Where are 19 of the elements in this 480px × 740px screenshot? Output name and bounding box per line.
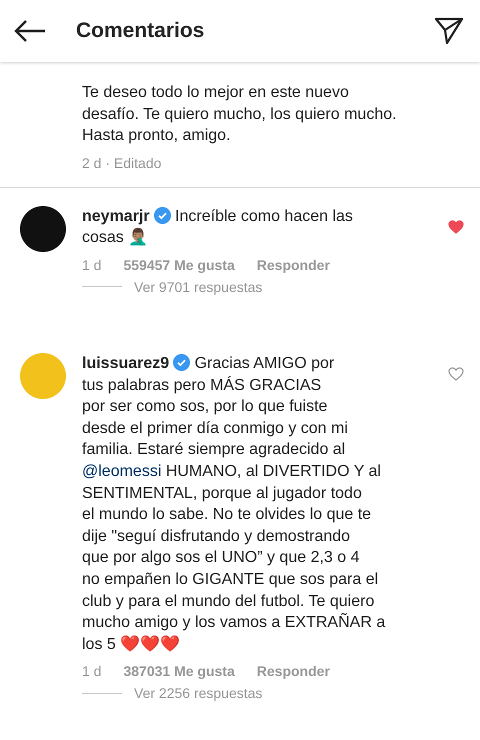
- heart-icon[interactable]: [448, 220, 464, 234]
- view-replies-link[interactable]: Ver 9701 respuestas: [134, 278, 262, 295]
- likes-count[interactable]: 387031 Me gusta: [123, 663, 235, 680]
- header-title: Comentarios: [76, 19, 206, 43]
- comment-text: luissuarez9 Gracias AMIGO por tus palabras pero MÁS GRACIAS por ser como sos, por lo que fuiste desde el primer día conmigo y con mi familia. Estaré siempre agradecido al @leomessi HUMANO, al DIVERTIDO Y al SENTIMENTAL, porque al jugador todo el mundo lo sabe. No te olvides lo que te dije "seguí disfrutando y demostrando que por algo sos el UNO” y que 2,3 o 4 no empañen lo GIGANTE que sos para el club y para el mundo del futbol. Te quiero mucho amigo y los vamos a EXTRAÑAR a los 5 ❤❤❤: [82, 352, 386, 655]
- mention-link[interactable]: @leomessi: [82, 462, 162, 480]
- caption-text: Te deseo todo lo mejor en este nuevo desafío. Te quiero mucho, los quiero mucho. Hasta pronto, amigo.: [82, 83, 398, 146]
- send-icon[interactable]: [434, 17, 464, 45]
- likes-count[interactable]: 559457 Me gusta: [123, 256, 235, 273]
- back-arrow-icon[interactable]: [14, 20, 46, 42]
- reply-link[interactable]: Responder: [256, 256, 330, 273]
- comment-text: neymarjr Increíble como hacen las cosas 🤦🏽‍♂: [82, 206, 354, 248]
- comment-time: 1 d: [82, 256, 102, 273]
- comment-meta: 2 d · Editado: [82, 154, 162, 171]
- heart-icon[interactable]: [448, 366, 464, 381]
- avatar[interactable]: [20, 206, 66, 252]
- comment-time: 1 d: [82, 663, 102, 680]
- view-replies-link[interactable]: Ver 2256 respuestas: [134, 685, 262, 702]
- reply-link[interactable]: Responder: [256, 663, 330, 680]
